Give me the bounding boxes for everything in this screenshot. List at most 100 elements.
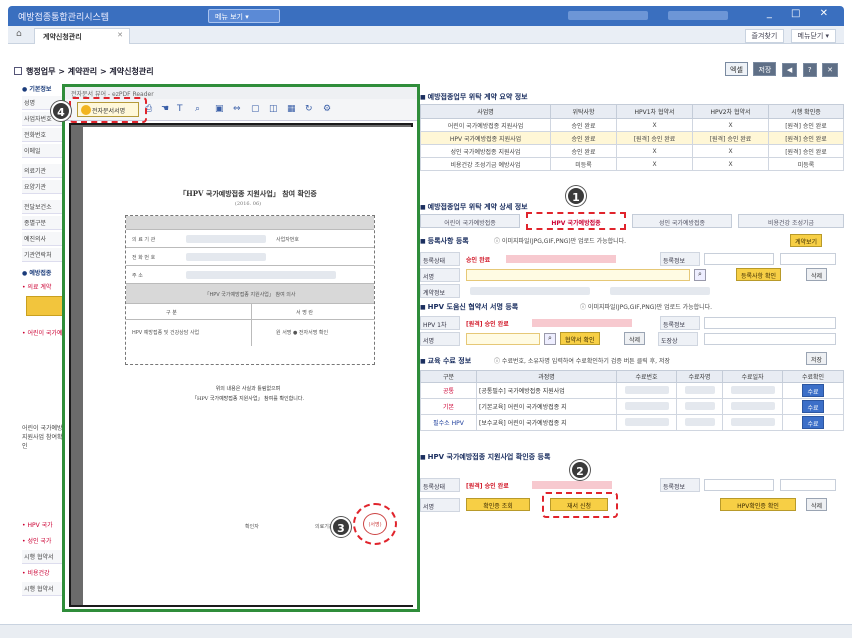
cell: 미등록 — [768, 157, 844, 171]
signature-button-highlight — [69, 97, 147, 123]
cell-blur — [730, 402, 775, 410]
user-info-blur — [568, 11, 648, 20]
cell[interactable] — [722, 414, 783, 431]
agreement-blur — [610, 287, 710, 295]
sign-note: ⓘ 이미지파일(JPG,GIF,PNG)만 업로드 가능합니다. — [494, 238, 627, 245]
table-row[interactable]: 기본 [기본교육] 어린이 국가예방접종 지 수료 — [420, 398, 844, 415]
search-icon[interactable]: ⌕ — [544, 333, 556, 345]
settings-icon[interactable]: ⚙ — [323, 104, 331, 114]
doc-middle-row: 「HPV 국가예방접종 지원사업」 참여 의사 — [126, 284, 374, 304]
cert-sign-row: 서명 확인증 조회 재서 신청 HPV확인증 확인 삭제 — [420, 492, 844, 518]
vaccination-heading: ● 예방접종 — [22, 270, 52, 277]
cell-blur — [684, 418, 715, 426]
agreement-row: 계약정보 — [420, 284, 844, 298]
step-marker-4: 4 — [51, 101, 71, 121]
hpv-manager-select[interactable] — [704, 333, 836, 345]
cert-reg-field[interactable] — [704, 479, 774, 491]
health-red-label: • 비용건강 — [22, 570, 50, 577]
status-value: 승인 완료 — [466, 257, 491, 264]
edu-complete-button[interactable]: 수료 — [802, 400, 824, 413]
table-row[interactable]: 비용건강 조성기금 예방사업 미등록 X X 미등록 — [420, 157, 844, 171]
tab-health-fund[interactable]: 비용건강 조성기금 — [738, 214, 844, 228]
cert-sign-highlight — [542, 492, 618, 518]
tab-adult[interactable]: 성인 국가예방접종 — [632, 214, 732, 228]
table-row[interactable]: 성인 국가예방접종 지원사업 승인 완료 X X [원격] 승인 완료 — [420, 144, 844, 158]
document-canvas[interactable]: 「HPV 국가예방접종 지원사업」 참여 확인증 (2016. 06) 의 료 … — [69, 123, 413, 607]
app-title: 예방접종통합관리시스템 — [18, 13, 110, 23]
cell[interactable] — [722, 382, 783, 399]
single-page-icon[interactable]: ▢ — [251, 104, 260, 114]
cell[interactable] — [722, 398, 783, 415]
reg-date-field[interactable] — [780, 253, 836, 265]
summary-header: 위탁사항 — [550, 104, 617, 119]
tab-bar-right: 즐겨찾기 메뉴닫기 ▾ — [741, 29, 836, 43]
cert-delete-button[interactable]: 삭제 — [806, 498, 828, 511]
sign-delete-button[interactable]: 삭제 — [806, 268, 828, 281]
hpv-delete-button[interactable]: 삭제 — [624, 332, 646, 345]
close-menu-button[interactable]: 메뉴닫기 ▾ — [790, 29, 836, 43]
home-icon[interactable]: ⌂ — [16, 29, 22, 39]
tab-contract-apply[interactable]: 계약신청관리 ✕ — [34, 28, 130, 44]
cell: [원격] 승인 완료 — [692, 131, 769, 145]
hand-icon[interactable]: ☚ — [161, 104, 169, 114]
edu-complete-button[interactable]: 수료 — [802, 416, 824, 429]
menu-view-button[interactable]: 메뉴 보기 ▾ — [208, 9, 280, 23]
cell[interactable] — [616, 414, 677, 431]
hpv-confirm-button[interactable]: 협약서 확인 — [560, 332, 600, 345]
window-controls[interactable]: _ □ ✕ — [767, 8, 836, 19]
close-icon[interactable]: ✕ — [117, 31, 123, 39]
save-button[interactable]: 저장 — [753, 62, 777, 76]
sign-file-field[interactable] — [466, 269, 690, 281]
table-row-selected[interactable]: HPV 국가예방접종 지원사업 승인 완료 [원격] 승인 완료 [원격] 승인 완료… — [420, 131, 844, 145]
close-page-button[interactable]: ✕ — [822, 63, 838, 77]
rotate-icon[interactable]: ↻ — [305, 104, 313, 114]
cell[interactable] — [676, 414, 723, 431]
tab-bar: ⌂ 계약신청관리 ✕ 즐겨찾기 메뉴닫기 ▾ — [8, 26, 844, 44]
cell: [원격] 승인 완료 — [768, 131, 844, 145]
cell[interactable] — [676, 382, 723, 399]
contract-yellow-button[interactable] — [26, 296, 64, 316]
excel-button[interactable]: 엑셀 — [725, 62, 748, 76]
hpv-cert-section: HPV 국가예방접종 지원사업 확인증 등록 — [420, 452, 551, 462]
step-marker-1: 1 — [566, 186, 586, 206]
prev-button[interactable]: ◀ — [781, 63, 798, 77]
table-row[interactable]: 필수소 HPV [보수교육] 어린이 국가예방접종 지 수료 — [420, 414, 844, 431]
cell: X — [692, 144, 769, 158]
window-title-bar: 예방접종통합관리시스템 메뉴 보기 ▾ _ □ ✕ — [8, 6, 844, 26]
cell[interactable] — [676, 398, 723, 415]
cell[interactable] — [616, 398, 677, 415]
cert-view-button[interactable]: 확인증 조회 — [466, 498, 530, 511]
tab-child[interactable]: 어린이 국가예방접종 — [420, 214, 520, 228]
cert-date-field[interactable] — [780, 479, 836, 491]
doc-info-box: 의 료 기 관 사업자번호 전 화 번 호 주 소 「HPV 국가예방접종 지원… — [125, 215, 375, 365]
table-row[interactable]: 공통 [공통필수] 국가예방접종 지원사업 수료 — [420, 382, 844, 399]
sign-confirm-button[interactable]: 등록사항 확인 — [736, 268, 782, 281]
tab-hpv[interactable]: HPV 국가예방접종 — [526, 212, 626, 230]
hpv-sign-field[interactable] — [466, 333, 540, 345]
cert-status-blur — [532, 481, 612, 489]
grid-view-icon[interactable]: ▦ — [287, 104, 296, 114]
favorites-button[interactable]: 즐겨찾기 — [744, 29, 785, 43]
cell[interactable] — [616, 382, 677, 399]
hpv-sign-row: 서명 ⌕ 협약서 확인 삭제 도장상 — [420, 332, 844, 346]
two-page-icon[interactable]: ◫ — [269, 104, 278, 114]
reg-info-field[interactable] — [704, 253, 774, 265]
pdf-viewer-window[interactable]: 전자문서 뷰어 - ezPDF Reader 전자문서서명 ⎙ ☚ T ⌕ ▣ … — [51, 84, 420, 612]
contract-view-button[interactable]: 계약보기 — [790, 234, 823, 247]
education-save-button[interactable]: 저장 — [806, 352, 828, 365]
hpv-reg-field[interactable] — [704, 317, 836, 329]
summary-header: 시행 확인증 — [768, 104, 844, 119]
step-marker-3: 3 — [331, 517, 351, 537]
help-button[interactable]: ? — [802, 63, 817, 77]
cert-sign-label: 서명 — [420, 498, 460, 512]
doc-confirm-line-2: 「HPV 국가예방접종 지원사업」 참여를 확인합니다. — [191, 396, 305, 402]
edu-complete-button[interactable]: 수료 — [802, 384, 824, 397]
search-icon[interactable]: ⌕ — [694, 269, 706, 281]
text-tool-icon[interactable]: T — [177, 104, 183, 114]
fit-width-icon[interactable]: ⇔ — [233, 104, 241, 114]
table-row[interactable]: 어린이 국가예방접종 지원사업 승인 완료 X X [원격] 승인 완료 — [420, 118, 844, 132]
zoom-icon[interactable]: ⌕ — [195, 104, 200, 114]
hpv-cert-confirm-button[interactable]: HPV확인증 확인 — [720, 498, 796, 511]
sign-reg-section: 등록사항 등록 — [420, 236, 469, 246]
fit-page-icon[interactable]: ▣ — [215, 104, 224, 114]
